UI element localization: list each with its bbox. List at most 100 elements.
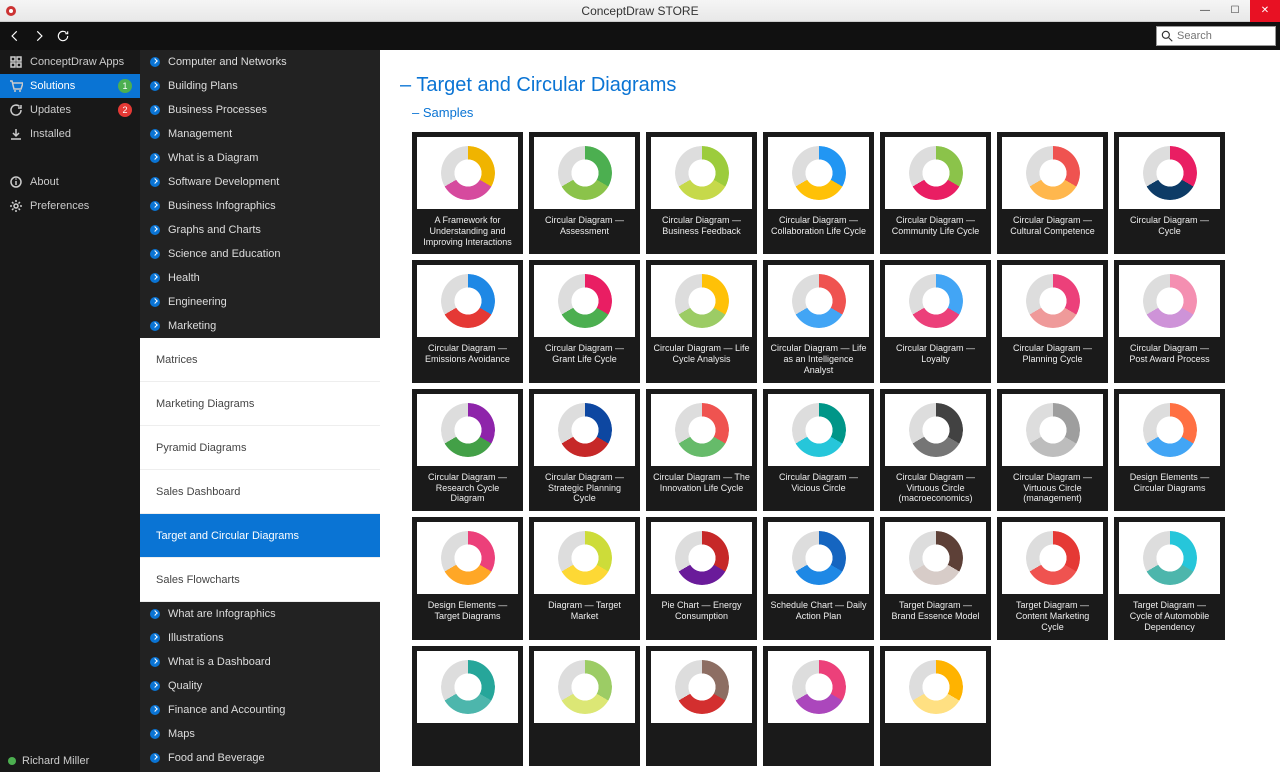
nav2-item-health[interactable]: Health [140,266,380,290]
sample-card[interactable]: Circular Diagram — Strategic Planning Cy… [529,389,640,511]
sample-caption [885,727,986,761]
sample-card[interactable]: Circular Diagram — Virtuous Circle (macr… [880,389,991,511]
sample-card[interactable] [763,646,874,766]
nav2-sub-sales-flowcharts[interactable]: Sales Flowcharts [140,558,380,602]
minimize-button[interactable]: — [1190,0,1220,22]
sample-thumb [417,651,518,723]
sample-caption: Circular Diagram — Life Cycle Analysis [651,341,752,375]
nav1-item-updates[interactable]: Updates2 [0,98,140,122]
sample-thumb [534,265,635,337]
user-footer[interactable]: Richard Miller [0,750,140,772]
sample-caption [534,727,635,761]
back-button[interactable] [4,25,26,47]
nav2-item-maps[interactable]: Maps [140,722,380,746]
nav2-item-computer-and-networks[interactable]: Computer and Networks [140,50,380,74]
sample-thumb [651,522,752,594]
sample-card[interactable]: Circular Diagram — Vicious Circle [763,389,874,511]
nav1-item-preferences[interactable]: Preferences [0,194,140,218]
nav2-item-food-and-beverage[interactable]: Food and Beverage [140,746,380,770]
sample-grid: A Framework for Understanding and Improv… [412,132,1272,766]
badge: 1 [118,79,132,93]
sample-card[interactable]: Target Diagram — Brand Essence Model [880,517,991,639]
sample-card[interactable]: Circular Diagram — Community Life Cycle [880,132,991,254]
nav1-label: Installed [30,128,71,140]
sample-card[interactable]: Circular Diagram — Life Cycle Analysis [646,260,757,382]
sample-card[interactable]: Circular Diagram — Business Feedback [646,132,757,254]
nav2-item-business-infographics[interactable]: Business Infographics [140,194,380,218]
sample-thumb [417,265,518,337]
close-button[interactable]: ✕ [1250,0,1280,22]
sample-card[interactable]: Circular Diagram — Research Cycle Diagra… [412,389,523,511]
nav2-item-illustrations[interactable]: Illustrations [140,626,380,650]
nav2-item-software-development[interactable]: Software Development [140,170,380,194]
nav2-item-marketing[interactable]: Marketing [140,314,380,338]
nav2-label: Quality [168,680,202,692]
nav1-item-installed[interactable]: Installed [0,122,140,146]
refresh-button[interactable] [52,25,74,47]
nav2-item-science-and-education[interactable]: Science and Education [140,242,380,266]
sample-card[interactable]: Design Elements — Target Diagrams [412,517,523,639]
nav2-label: Illustrations [168,632,224,644]
sample-card[interactable]: A Framework for Understanding and Improv… [412,132,523,254]
nav1-label: ConceptDraw Apps [30,56,124,68]
sample-card[interactable]: Circular Diagram — Loyalty [880,260,991,382]
sample-card[interactable]: Circular Diagram — Cultural Competence [997,132,1108,254]
top-toolbar [0,22,1280,50]
nav1-item-about[interactable]: About [0,170,140,194]
nav2-sub-pyramid-diagrams[interactable]: Pyramid Diagrams [140,426,380,470]
sample-card[interactable]: Design Elements — Circular Diagrams [1114,389,1225,511]
sample-card[interactable]: Circular Diagram — Collaboration Life Cy… [763,132,874,254]
nav2-label: Marketing [168,320,216,332]
nav2-item-quality[interactable]: Quality [140,674,380,698]
maximize-button[interactable]: ☐ [1220,0,1250,22]
sample-card[interactable] [412,646,523,766]
sample-card[interactable]: Pie Chart — Energy Consumption [646,517,757,639]
nav1-item-solutions[interactable]: Solutions1 [0,74,140,98]
sample-card[interactable]: Target Diagram — Cycle of Automobile Dep… [1114,517,1225,639]
nav2-item-what-is-a-dashboard[interactable]: What is a Dashboard [140,650,380,674]
sample-card[interactable]: Circular Diagram — Emissions Avoidance [412,260,523,382]
sample-caption: Circular Diagram — Collaboration Life Cy… [768,213,869,247]
sample-thumb [1119,394,1220,466]
sample-card[interactable]: Circular Diagram — Planning Cycle [997,260,1108,382]
sample-card[interactable]: Circular Diagram — Virtuous Circle (mana… [997,389,1108,511]
nav2-item-business-processes[interactable]: Business Processes [140,98,380,122]
nav2-item-engineering[interactable]: Engineering [140,290,380,314]
nav2-sub-sales-dashboard[interactable]: Sales Dashboard [140,470,380,514]
sample-card[interactable]: Diagram — Target Market [529,517,640,639]
nav1-item-conceptdraw-apps[interactable]: ConceptDraw Apps [0,50,140,74]
sample-card[interactable]: Target Diagram — Content Marketing Cycle [997,517,1108,639]
sample-thumb [1119,265,1220,337]
search-input[interactable] [1156,26,1276,46]
nav2-item-what-is-a-diagram[interactable]: What is a Diagram [140,146,380,170]
sample-card[interactable] [880,646,991,766]
nav2-label: What is a Dashboard [168,656,271,668]
expand-icon [150,753,160,763]
nav2-sub-marketing-diagrams[interactable]: Marketing Diagrams [140,382,380,426]
sample-card[interactable]: Circular Diagram — Cycle [1114,132,1225,254]
sample-card[interactable]: Circular Diagram — Post Award Process [1114,260,1225,382]
expand-icon [150,633,160,643]
sample-card[interactable] [646,646,757,766]
sample-card[interactable]: Circular Diagram — Assessment [529,132,640,254]
nav2-sub-matrices[interactable]: Matrices [140,338,380,382]
nav2-item-what-are-infographics[interactable]: What are Infographics [140,602,380,626]
info-icon [8,174,24,190]
nav2-item-graphs-and-charts[interactable]: Graphs and Charts [140,218,380,242]
sample-thumb [1002,137,1103,209]
badge: 2 [118,103,132,117]
nav2-item-finance-and-accounting[interactable]: Finance and Accounting [140,698,380,722]
sample-thumb [768,265,869,337]
nav2-item-building-plans[interactable]: Building Plans [140,74,380,98]
sample-card[interactable]: Circular Diagram — The Innovation Life C… [646,389,757,511]
sample-card[interactable]: Circular Diagram — Life as an Intelligen… [763,260,874,382]
sample-card[interactable] [529,646,640,766]
nav2-label: Engineering [168,296,227,308]
sample-card[interactable]: Circular Diagram — Grant Life Cycle [529,260,640,382]
expand-icon [150,129,160,139]
nav2-sub-target-and-circular-diagrams[interactable]: Target and Circular Diagrams [140,514,380,558]
nav2-item-management[interactable]: Management [140,122,380,146]
sample-card[interactable]: Schedule Chart — Daily Action Plan [763,517,874,639]
expand-icon [150,609,160,619]
forward-button[interactable] [28,25,50,47]
